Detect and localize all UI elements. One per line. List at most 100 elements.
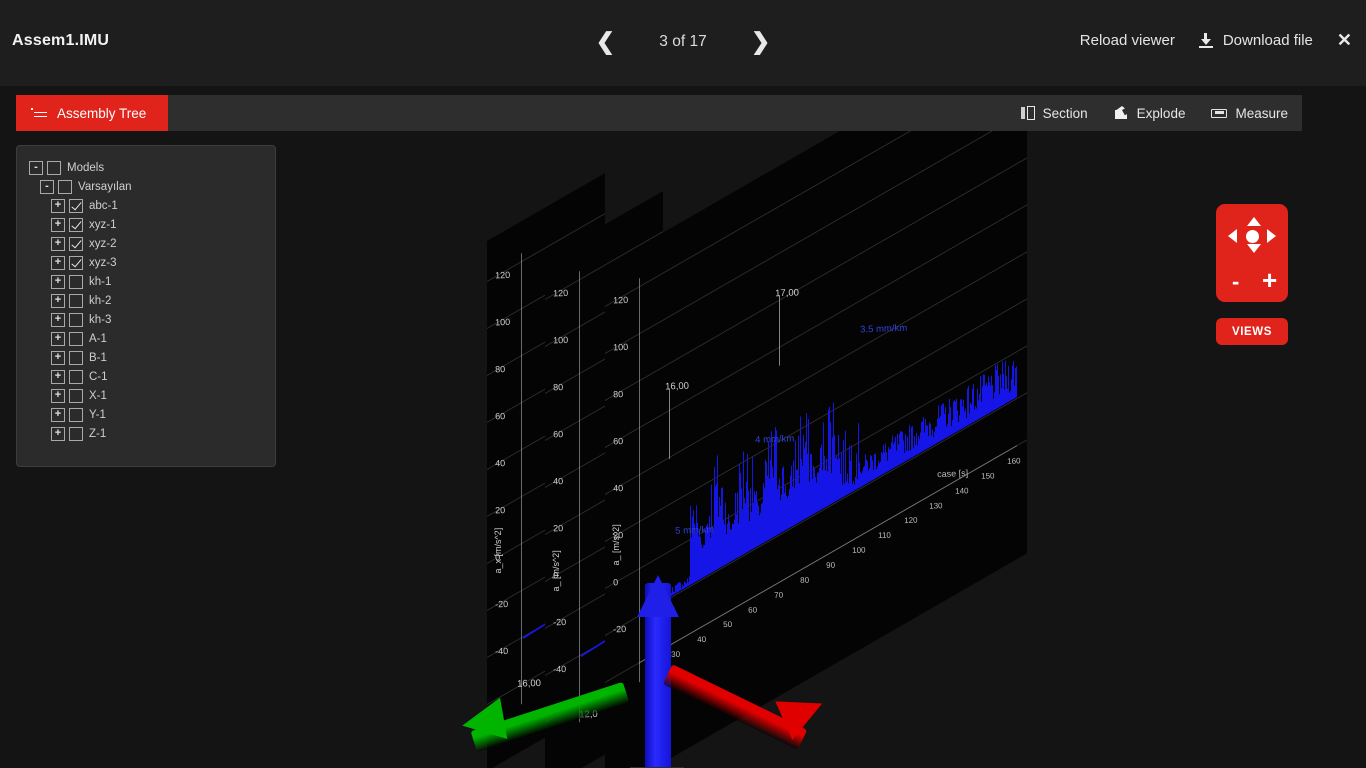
- signal-trace: [1016, 366, 1017, 398]
- tool-measure-label: Measure: [1235, 105, 1288, 121]
- expand-toggle[interactable]: +: [51, 198, 65, 213]
- visibility-checkbox[interactable]: [69, 426, 83, 441]
- x-axis-tick: 160: [1007, 456, 1021, 466]
- y-axis-tick: -40: [553, 663, 567, 675]
- download-file-label: Download file: [1222, 31, 1313, 49]
- expand-toggle[interactable]: +: [51, 350, 65, 365]
- tree-item-y-1[interactable]: + Y-1: [17, 405, 275, 424]
- navigation-pad[interactable]: - +: [1216, 204, 1288, 302]
- visibility-checkbox[interactable]: [69, 293, 83, 308]
- arrow-left-icon[interactable]: [1228, 229, 1237, 243]
- tool-section[interactable]: Section: [1020, 105, 1088, 121]
- download-file-button[interactable]: Download file: [1198, 31, 1313, 49]
- y-axis-tick: 20: [495, 505, 506, 516]
- chart-annotation: 3.5 mm/km: [860, 322, 908, 336]
- arrow-up-icon[interactable]: [1247, 217, 1261, 226]
- y-axis-tick: 80: [613, 389, 624, 400]
- tree-item-label: C-1: [89, 370, 108, 383]
- pager-label: 3 of 17: [659, 32, 707, 50]
- y-axis-tick: 60: [613, 436, 624, 447]
- y-axis-tick: -20: [553, 616, 567, 628]
- visibility-checkbox[interactable]: [69, 350, 83, 365]
- collapse-toggle[interactable]: -: [40, 179, 54, 194]
- visibility-checkbox[interactable]: [69, 236, 83, 251]
- y-axis-line: [579, 270, 580, 723]
- reload-viewer-button[interactable]: Reload viewer: [1080, 32, 1175, 49]
- x-axis-tick: 30: [670, 649, 681, 660]
- expand-toggle[interactable]: +: [51, 331, 65, 346]
- x-axis-label: case [s]: [937, 468, 969, 480]
- tree-item-xyz-3[interactable]: + xyz-3: [17, 253, 275, 272]
- expand-toggle[interactable]: +: [51, 388, 65, 403]
- tab-assembly-tree[interactable]: Assembly Tree: [16, 95, 169, 131]
- y-axis-tick: 100: [553, 334, 569, 346]
- tree-item-label: xyz-2: [89, 237, 117, 250]
- views-button[interactable]: VIEWS: [1216, 318, 1288, 345]
- collapse-toggle[interactable]: -: [29, 160, 43, 175]
- chevron-right-icon[interactable]: ❯: [751, 30, 770, 53]
- arrow-down-icon[interactable]: [1247, 244, 1261, 253]
- expand-toggle[interactable]: +: [51, 217, 65, 232]
- y-axis-tick: 0: [613, 577, 619, 588]
- tree-item-xyz-1[interactable]: + xyz-1: [17, 215, 275, 234]
- tool-measure[interactable]: Measure: [1211, 106, 1288, 121]
- explode-icon: [1114, 106, 1131, 120]
- visibility-checkbox[interactable]: [69, 388, 83, 403]
- tree-item-b-1[interactable]: + B-1: [17, 348, 275, 367]
- expand-toggle[interactable]: +: [51, 255, 65, 270]
- visibility-checkbox[interactable]: [69, 198, 83, 213]
- visibility-checkbox[interactable]: [69, 255, 83, 270]
- zoom-out-button[interactable]: -: [1232, 271, 1239, 293]
- visibility-checkbox[interactable]: [69, 369, 83, 384]
- tree-item-z-1[interactable]: + Z-1: [17, 424, 275, 443]
- tree-item-models[interactable]: - Models: [17, 158, 275, 177]
- expand-toggle[interactable]: +: [51, 426, 65, 441]
- arrow-right-icon[interactable]: [1267, 229, 1276, 243]
- y-axis-label: a_x [m/s^2]: [493, 527, 503, 574]
- visibility-checkbox[interactable]: [69, 312, 83, 327]
- zoom-in-button[interactable]: +: [1262, 267, 1277, 293]
- tree-item-varsayılan[interactable]: - Varsayılan: [17, 177, 275, 196]
- visibility-checkbox[interactable]: [69, 274, 83, 289]
- x-axis-tick: 40: [696, 634, 706, 645]
- x-axis-tick: 100: [851, 545, 866, 556]
- expand-toggle[interactable]: +: [51, 407, 65, 422]
- visibility-checkbox[interactable]: [69, 331, 83, 346]
- tool-explode[interactable]: Explode: [1114, 105, 1186, 121]
- tree-item-kh-2[interactable]: + kh-2: [17, 291, 275, 310]
- tree-item-label: kh-1: [89, 275, 112, 288]
- expand-toggle[interactable]: +: [51, 236, 65, 251]
- expand-toggle[interactable]: +: [51, 312, 65, 327]
- y-axis-line: [521, 252, 522, 705]
- y-axis-cone: [458, 697, 508, 747]
- tree-item-kh-3[interactable]: + kh-3: [17, 310, 275, 329]
- y-axis-tick: 20: [553, 523, 564, 534]
- tree-item-label: Models: [67, 161, 105, 174]
- x-axis-tick: 120: [903, 515, 918, 526]
- reload-viewer-label: Reload viewer: [1079, 31, 1175, 49]
- visibility-checkbox[interactable]: [58, 179, 72, 194]
- expand-toggle[interactable]: +: [51, 293, 65, 308]
- chevron-left-icon[interactable]: ❮: [596, 30, 615, 53]
- close-icon[interactable]: ✕: [1337, 31, 1352, 49]
- tree-item-x-1[interactable]: + X-1: [17, 386, 275, 405]
- tool-explode-label: Explode: [1136, 105, 1186, 121]
- visibility-checkbox[interactable]: [69, 217, 83, 232]
- chart-annotation: 4 mm/km: [755, 433, 795, 446]
- tree-item-abc-1[interactable]: + abc-1: [17, 196, 275, 215]
- expand-toggle[interactable]: +: [51, 274, 65, 289]
- visibility-checkbox[interactable]: [69, 407, 83, 422]
- tab-assembly-tree-label: Assembly Tree: [57, 105, 147, 121]
- x-axis-tick: 130: [929, 500, 944, 511]
- tree-item-c-1[interactable]: + C-1: [17, 367, 275, 386]
- tool-section-label: Section: [1042, 105, 1088, 121]
- pan-center-icon[interactable]: [1246, 230, 1259, 243]
- x-axis-tick: 140: [955, 486, 969, 496]
- tree-item-label: B-1: [89, 351, 107, 364]
- expand-toggle[interactable]: +: [51, 369, 65, 384]
- tree-item-a-1[interactable]: + A-1: [17, 329, 275, 348]
- annotation-leader: [779, 295, 780, 366]
- tree-item-xyz-2[interactable]: + xyz-2: [17, 234, 275, 253]
- visibility-checkbox[interactable]: [47, 160, 61, 175]
- tree-item-kh-1[interactable]: + kh-1: [17, 272, 275, 291]
